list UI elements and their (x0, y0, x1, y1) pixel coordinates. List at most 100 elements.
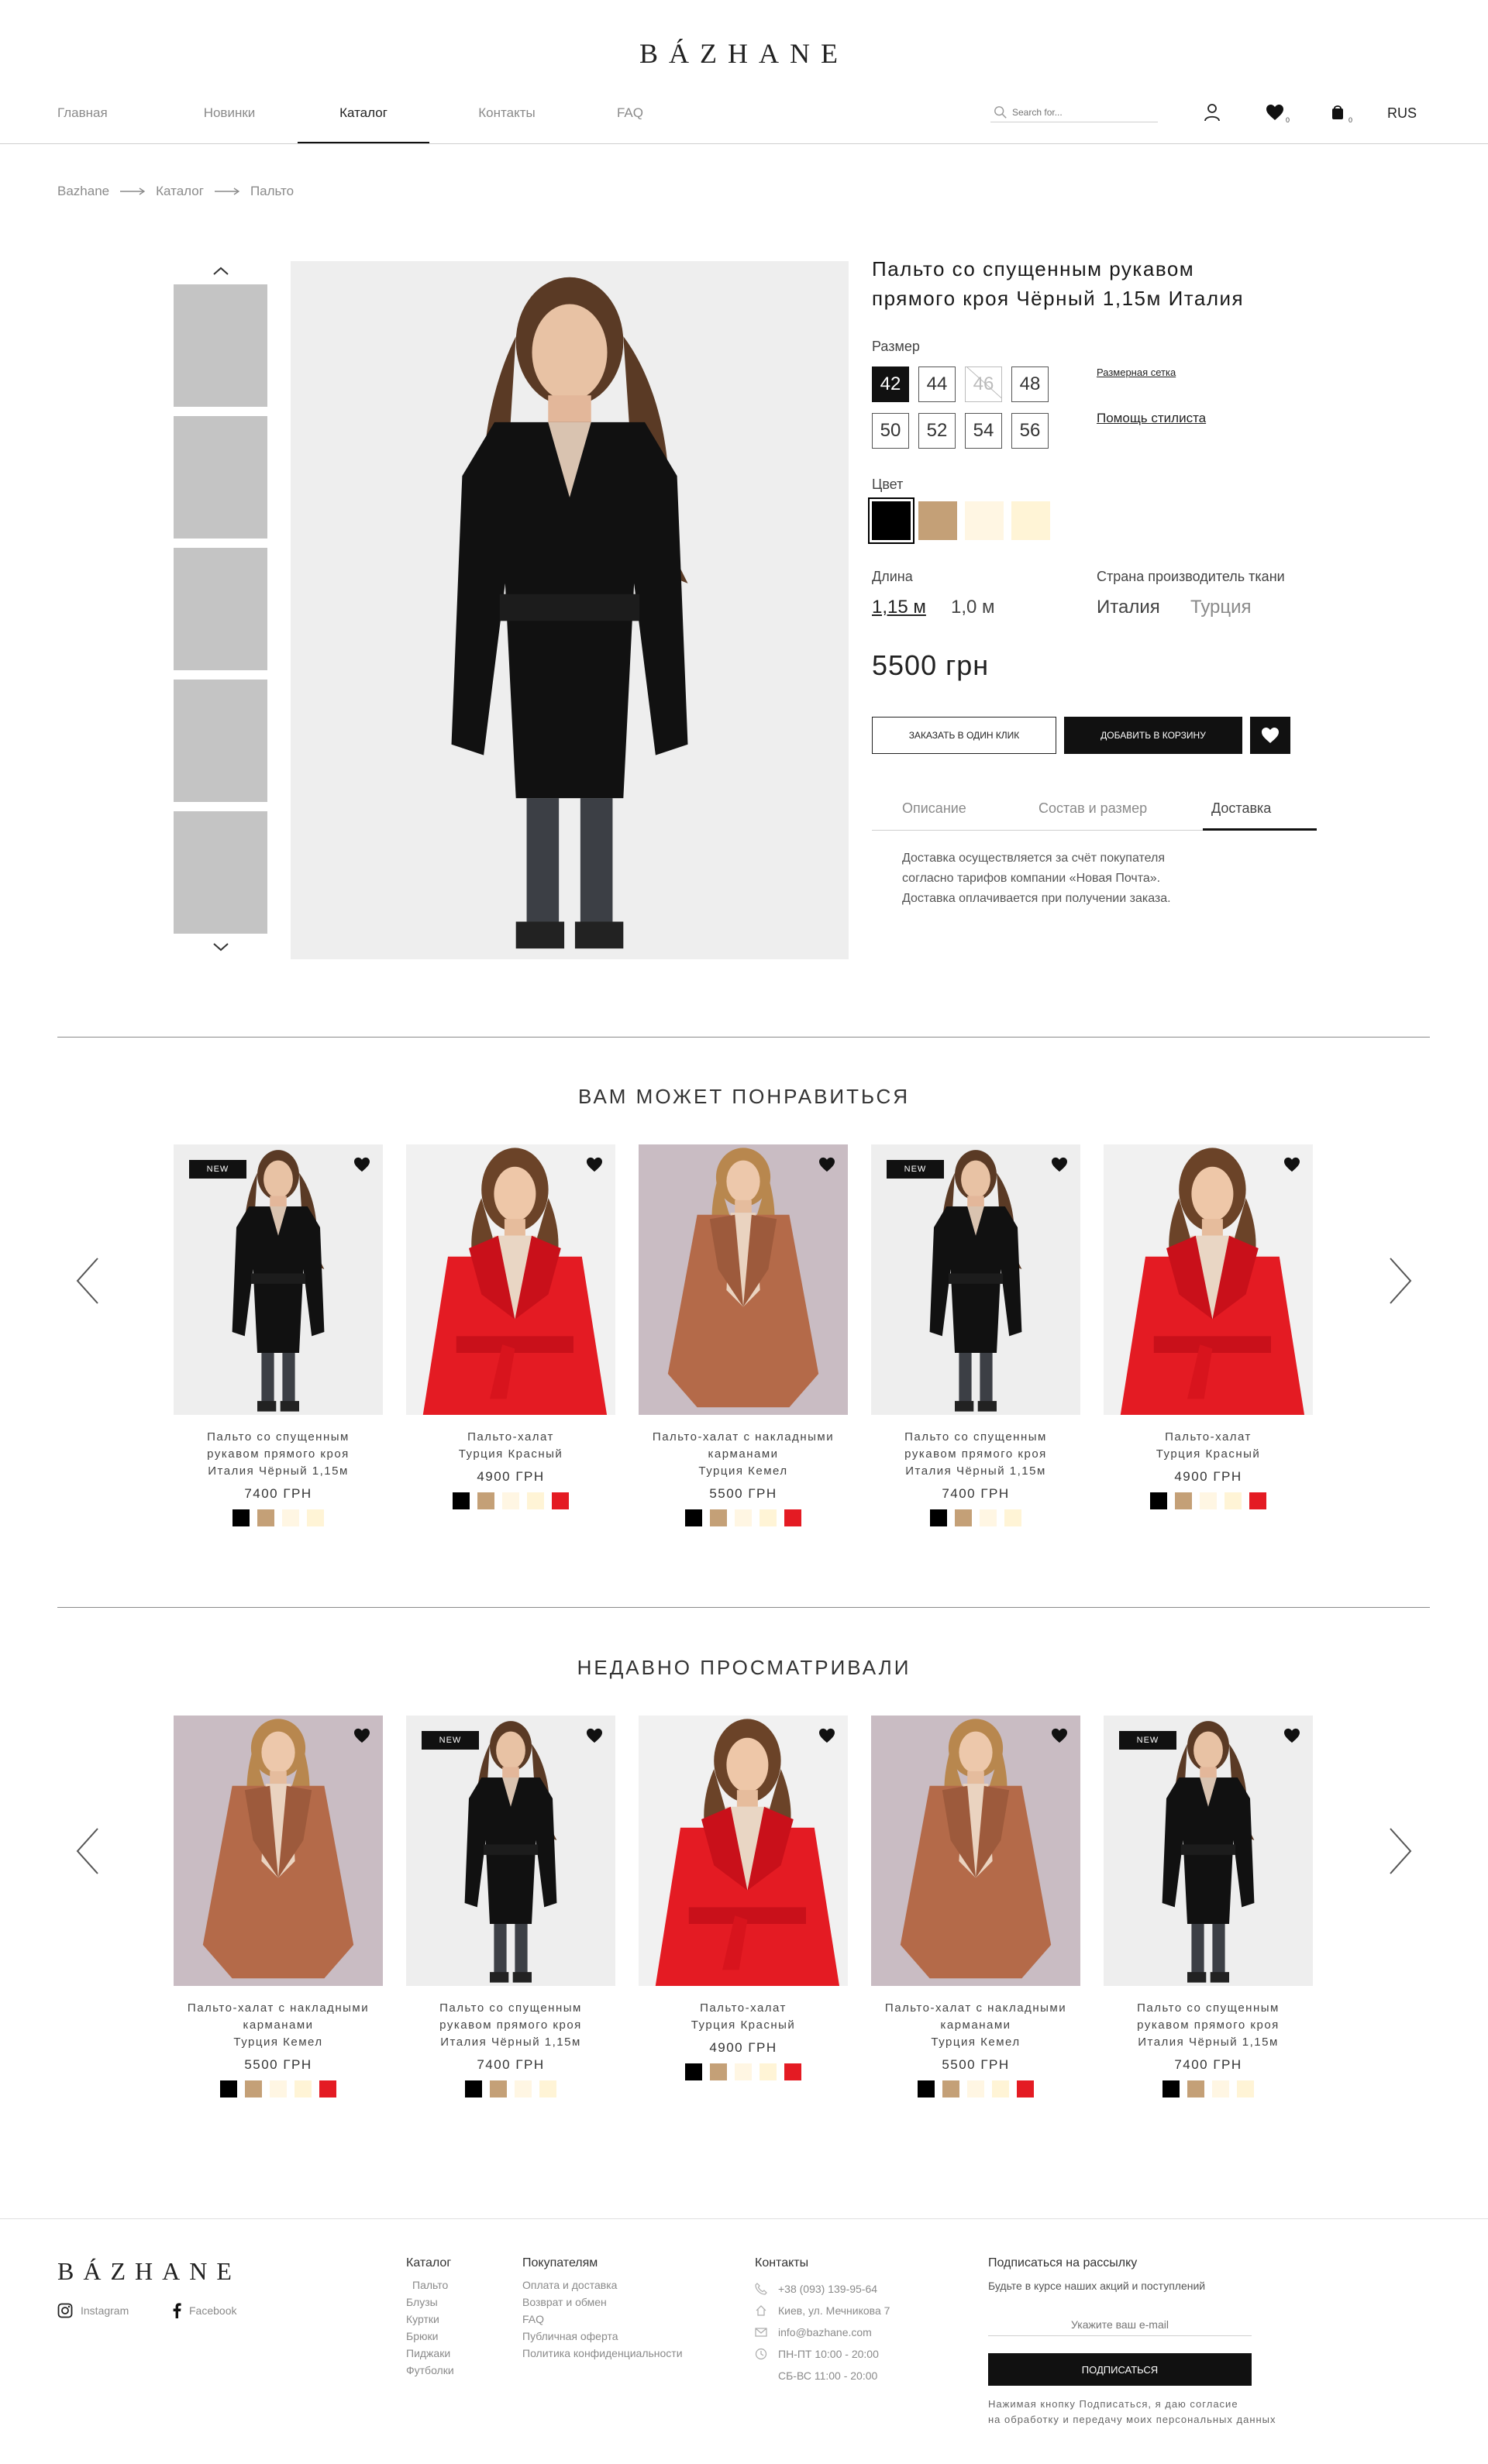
language-switch[interactable]: RUS (1387, 105, 1417, 122)
product-card[interactable]: NEW Пальто со спущенным рукавом прямого кр… (1104, 1716, 1313, 2097)
search-input[interactable] (1012, 106, 1152, 118)
color-swatch-camel[interactable] (918, 501, 957, 540)
tab-description[interactable]: Описание (902, 800, 966, 817)
color-swatch[interactable] (760, 2063, 777, 2080)
product-card-image[interactable]: NEW (871, 1144, 1080, 1415)
footer-link[interactable]: Брюки (406, 2328, 454, 2345)
product-card-image[interactable]: NEW (1104, 1716, 1313, 1986)
size-option[interactable]: 48 (1011, 367, 1049, 402)
footer-link[interactable]: Куртки (406, 2311, 454, 2328)
color-swatch[interactable] (980, 1509, 997, 1526)
color-swatch[interactable] (1004, 1509, 1021, 1526)
footer-link[interactable]: Политика конфиденциальности (522, 2345, 683, 2362)
email-contact[interactable]: info@bazhane.com (755, 2321, 890, 2343)
gallery-thumb[interactable] (174, 416, 267, 539)
color-swatch[interactable] (294, 2080, 312, 2097)
product-card-image[interactable] (174, 1716, 383, 1986)
heart-icon[interactable] (353, 1157, 370, 1172)
one-click-order-button[interactable]: ЗАКАЗАТЬ В ОДИН КЛИК (872, 717, 1056, 754)
gallery-thumb[interactable] (174, 811, 267, 934)
gallery-thumb[interactable] (174, 284, 267, 407)
color-swatch-black[interactable] (868, 497, 914, 544)
size-option[interactable]: 54 (965, 413, 1002, 449)
heart-icon[interactable] (818, 1157, 835, 1172)
color-swatch[interactable] (477, 1492, 494, 1509)
gallery-thumb[interactable] (174, 680, 267, 802)
length-option[interactable]: 1,0 м (951, 597, 995, 618)
color-swatch[interactable] (257, 1509, 274, 1526)
size-chart-link[interactable]: Размерная сетка (1097, 367, 1176, 378)
product-card-image[interactable]: NEW (406, 1716, 615, 1986)
color-swatch[interactable] (282, 1509, 299, 1526)
color-swatch[interactable] (685, 2063, 702, 2080)
nav-home[interactable]: Главная (57, 99, 127, 144)
footer-link[interactable]: Блузы (406, 2294, 454, 2311)
color-swatch[interactable] (1162, 2080, 1180, 2097)
color-swatch[interactable] (784, 2063, 801, 2080)
color-swatch[interactable] (930, 1509, 947, 1526)
product-card-image[interactable] (639, 1716, 848, 1986)
footer-link[interactable]: Публичная оферта (522, 2328, 683, 2345)
footer-link[interactable]: Оплата и доставка (522, 2276, 683, 2294)
color-swatch[interactable] (1212, 2080, 1229, 2097)
length-option[interactable]: 1,15 м (872, 597, 926, 618)
footer-link[interactable]: Пиджаки (406, 2345, 454, 2362)
color-swatch[interactable] (685, 1509, 702, 1526)
heart-icon[interactable] (353, 1728, 370, 1743)
carousel-prev-icon[interactable] (74, 1827, 101, 1875)
product-card[interactable]: Пальто-халат Турция Красный 4900 ГРН (639, 1716, 848, 2080)
heart-icon[interactable] (1283, 1728, 1300, 1743)
add-to-wishlist-button[interactable] (1250, 717, 1290, 754)
footer-link[interactable]: FAQ (522, 2311, 683, 2328)
product-card[interactable]: NEW Пальто со спущенным рукавом прямого кр… (871, 1144, 1080, 1526)
color-swatch[interactable] (245, 2080, 262, 2097)
color-swatch[interactable] (465, 2080, 482, 2097)
color-swatch[interactable] (232, 1509, 250, 1526)
color-swatch[interactable] (918, 2080, 935, 2097)
product-card-image[interactable] (639, 1144, 848, 1415)
subscribe-button[interactable]: ПОДПИСАТЬСЯ (988, 2353, 1252, 2386)
color-swatch[interactable] (270, 2080, 287, 2097)
color-swatch[interactable] (307, 1509, 324, 1526)
footer-link[interactable]: Пальто (406, 2276, 454, 2294)
color-swatch[interactable] (1237, 2080, 1254, 2097)
color-swatch[interactable] (220, 2080, 237, 2097)
size-option[interactable]: 52 (918, 413, 956, 449)
heart-icon[interactable] (818, 1728, 835, 1743)
heart-icon[interactable] (586, 1728, 603, 1743)
color-swatch[interactable] (552, 1492, 569, 1509)
color-swatch[interactable] (1200, 1492, 1217, 1509)
color-swatch[interactable] (1187, 2080, 1204, 2097)
color-swatch[interactable] (1150, 1492, 1167, 1509)
facebook-link[interactable]: Facebook (172, 2303, 236, 2318)
stylist-help-link[interactable]: Помощь стилиста (1097, 411, 1206, 426)
phone-contact[interactable]: +38 (093) 139-95-64 (755, 2278, 890, 2300)
carousel-next-icon[interactable] (1387, 1257, 1414, 1305)
color-swatch[interactable] (453, 1492, 470, 1509)
instagram-link[interactable]: Instagram (57, 2303, 129, 2318)
country-option[interactable]: Турция (1190, 597, 1252, 618)
tab-delivery[interactable]: Доставка (1211, 800, 1271, 817)
carousel-next-icon[interactable] (1387, 1827, 1414, 1875)
heart-icon[interactable] (1283, 1157, 1300, 1172)
thumbs-down-chevron-icon[interactable] (209, 939, 232, 955)
color-swatch[interactable] (539, 2080, 556, 2097)
footer-link[interactable]: Футболки (406, 2362, 454, 2379)
color-swatch[interactable] (710, 2063, 727, 2080)
carousel-prev-icon[interactable] (74, 1257, 101, 1305)
heart-icon[interactable] (1051, 1728, 1068, 1743)
size-option[interactable]: 50 (872, 413, 909, 449)
product-card[interactable]: NEW Пальто со спущенным рукавом прямого кр… (174, 1144, 383, 1526)
product-card[interactable]: Пальто-халат с накладными карманами Турция… (174, 1716, 383, 2097)
footer-link[interactable]: Возврат и обмен (522, 2294, 683, 2311)
product-card[interactable]: Пальто-халат с накладными карманами Турция… (639, 1144, 848, 1526)
color-swatch[interactable] (1175, 1492, 1192, 1509)
color-swatch[interactable] (710, 1509, 727, 1526)
product-card[interactable]: NEW Пальто со спущенным рукавом прямого кр… (406, 1716, 615, 2097)
wishlist-icon[interactable]: 0 (1263, 101, 1290, 124)
color-swatch[interactable] (735, 1509, 752, 1526)
footer-logo[interactable]: BÁZHANE (57, 2257, 241, 2286)
color-swatch[interactable] (942, 2080, 959, 2097)
color-swatch[interactable] (760, 1509, 777, 1526)
nav-faq[interactable]: FAQ (611, 99, 649, 144)
